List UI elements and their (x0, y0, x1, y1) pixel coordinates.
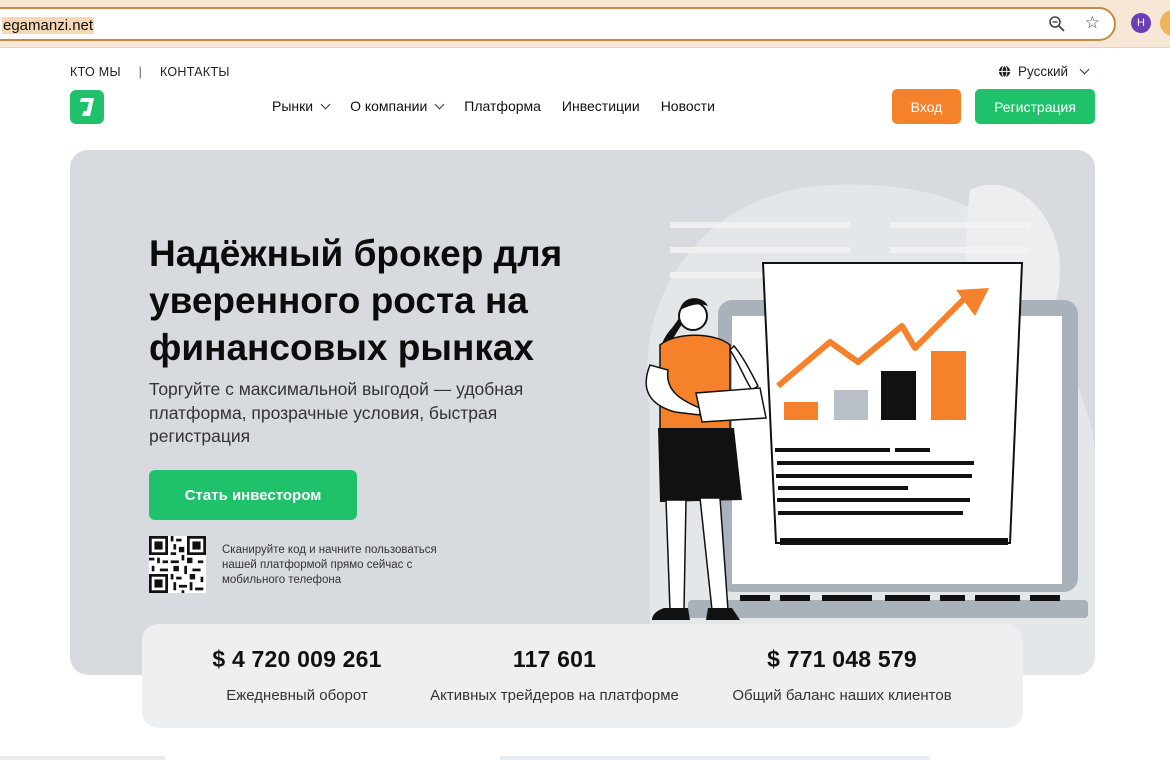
nav-item-platform[interactable]: Платформа (464, 98, 541, 114)
address-bar-url[interactable]: egamanzi.net (2, 17, 95, 34)
top-links: КТО МЫ | КОНТАКТЫ (70, 65, 230, 79)
nav-item-label: Инвестиции (561, 98, 640, 114)
nav-item-markets[interactable]: Рынки (272, 98, 331, 114)
nav-item-investments[interactable]: Инвестиции (562, 98, 640, 114)
hero-section: Надёжный брокер для уверенного роста на … (70, 150, 1095, 675)
browser-toolbar: egamanzi.net ☆ H (0, 0, 1170, 48)
main-nav: Рынки О компании Платформа Инвестиции Но… (272, 98, 736, 114)
stat-client-balance: $ 771 048 579 Общий баланс наших клиенто… (717, 646, 967, 704)
nav-item-label: О компании (350, 98, 428, 114)
stat-label: Общий баланс наших клиентов (732, 687, 952, 704)
qr-caption: Сканируйте код и начните пользоваться на… (222, 544, 437, 586)
chevron-down-icon (1079, 64, 1090, 75)
nav-item-label: Рынки (272, 98, 314, 114)
language-label: Русский (1018, 64, 1069, 79)
nav-item-label: Новости (660, 98, 715, 114)
nav-item-label: Платформа (464, 98, 541, 114)
login-button[interactable]: Вход (892, 89, 961, 124)
hero-illustration (645, 184, 1095, 675)
stat-value: $ 4 720 009 261 (212, 646, 382, 672)
nav-item-company[interactable]: О компании (350, 98, 445, 114)
chevron-down-icon (434, 99, 445, 109)
hero-subtitle: Торгуйте с максимальной выгодой — удобна… (149, 379, 524, 446)
stats-panel: $ 4 720 009 261 Ежедневный оборот 117 60… (142, 624, 1023, 728)
stat-active-traders: 117 601 Активных трейдеров на платформе (412, 646, 697, 704)
zoom-icon[interactable] (1048, 15, 1066, 33)
contacts-link[interactable]: КОНТАКТЫ (160, 65, 230, 79)
globe-icon (998, 65, 1011, 78)
extension-icon[interactable] (1160, 10, 1170, 36)
stat-value: $ 771 048 579 (767, 646, 917, 672)
become-investor-button[interactable]: Стать инвестором (149, 470, 357, 520)
stat-label: Ежедневный оборот (226, 687, 368, 704)
language-selector[interactable]: Русский (998, 64, 1090, 79)
about-link[interactable]: КТО МЫ (70, 65, 121, 79)
register-button[interactable]: Регистрация (975, 89, 1095, 124)
qr-code[interactable] (149, 536, 206, 593)
stat-daily-turnover: $ 4 720 009 261 Ежедневный оборот (182, 646, 412, 704)
next-section-peek (0, 752, 1170, 760)
site-logo[interactable] (70, 90, 104, 124)
stat-value: 117 601 (512, 646, 597, 672)
top-links-separator: | (138, 65, 143, 79)
address-bar[interactable]: egamanzi.net ☆ (0, 7, 1116, 41)
profile-avatar[interactable]: H (1131, 13, 1151, 33)
nav-item-news[interactable]: Новости (661, 98, 715, 114)
hero-title: Надёжный брокер для уверенного роста на … (149, 233, 563, 368)
stat-label: Активных трейдеров на платформе (430, 687, 679, 704)
chevron-down-icon (320, 99, 331, 109)
bookmark-star-icon[interactable]: ☆ (1085, 13, 1100, 33)
logo-mark-icon (80, 98, 94, 116)
